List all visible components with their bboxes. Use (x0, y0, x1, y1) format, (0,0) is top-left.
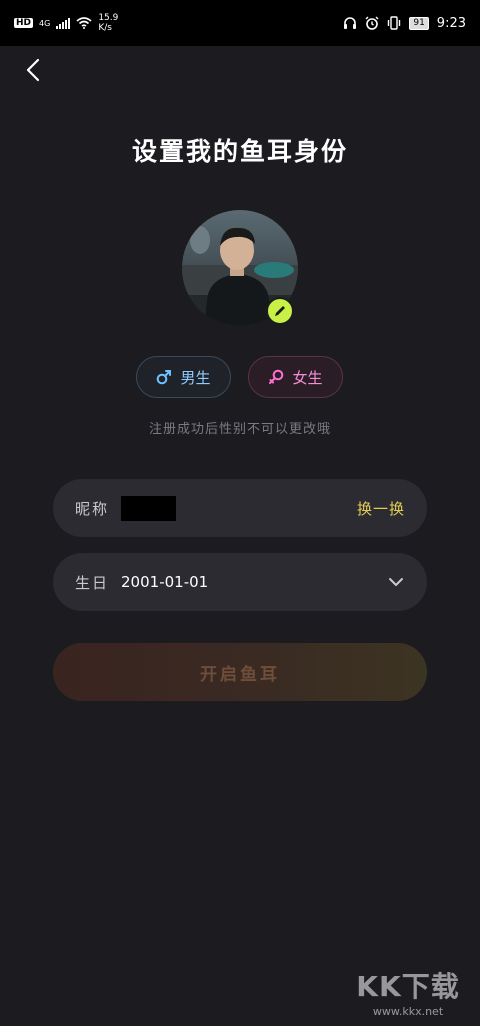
battery-indicator: 91 (409, 16, 429, 30)
edit-avatar-button[interactable] (266, 297, 294, 325)
hd-badge: HD (14, 18, 34, 28)
status-bar: HD 4G 15.9 K/s 91 9:23 (0, 0, 480, 46)
speed-unit: K/s (98, 23, 112, 33)
status-right: 91 9:23 (343, 16, 466, 31)
watermark-logo: KK下载 (356, 970, 460, 1003)
headphones-icon (344, 17, 357, 29)
gender-female-label: 女生 (292, 368, 323, 387)
pencil-icon (275, 306, 285, 316)
watermark: KK下载 www.kkx.net (348, 965, 468, 1018)
back-button[interactable] (22, 58, 46, 82)
clock: 9:23 (436, 15, 466, 31)
gender-female-button[interactable]: 女生 (248, 356, 343, 398)
vibrate-icon (388, 16, 401, 30)
swap-nickname-button[interactable]: 换一换 (357, 498, 405, 519)
birthday-field[interactable]: 生日 2001-01-01 (53, 553, 427, 611)
chevron-left-icon (26, 58, 40, 82)
watermark-url: www.kkx.net (372, 1005, 444, 1018)
nickname-value[interactable] (121, 495, 177, 521)
status-left: HD 4G 15.9 K/s (14, 13, 118, 33)
female-symbol-icon (269, 369, 284, 384)
alarm-icon (365, 16, 379, 30)
page-title: 设置我的鱼耳身份 (131, 137, 348, 166)
nickname-label: 昵称 (75, 499, 110, 518)
gender-hint: 注册成功后性别不可以更改哦 (148, 422, 331, 437)
birthday-value: 2001-01-01 (121, 573, 209, 591)
male-symbol-icon (157, 370, 172, 385)
start-button[interactable]: 开启鱼耳 (53, 643, 427, 701)
birthday-label: 生日 (75, 573, 110, 592)
speed-value: 15.9 (98, 13, 119, 23)
gender-male-button[interactable]: 男生 (136, 356, 231, 398)
chevron-down-icon[interactable] (387, 573, 405, 591)
network-speed: 15.9 K/s (98, 13, 118, 33)
wifi-icon (76, 17, 92, 29)
signal-icon (56, 17, 71, 29)
network-type: 4G (39, 18, 51, 28)
nickname-field[interactable]: 昵称 换一换 (53, 479, 427, 537)
gender-male-label: 男生 (180, 368, 211, 387)
